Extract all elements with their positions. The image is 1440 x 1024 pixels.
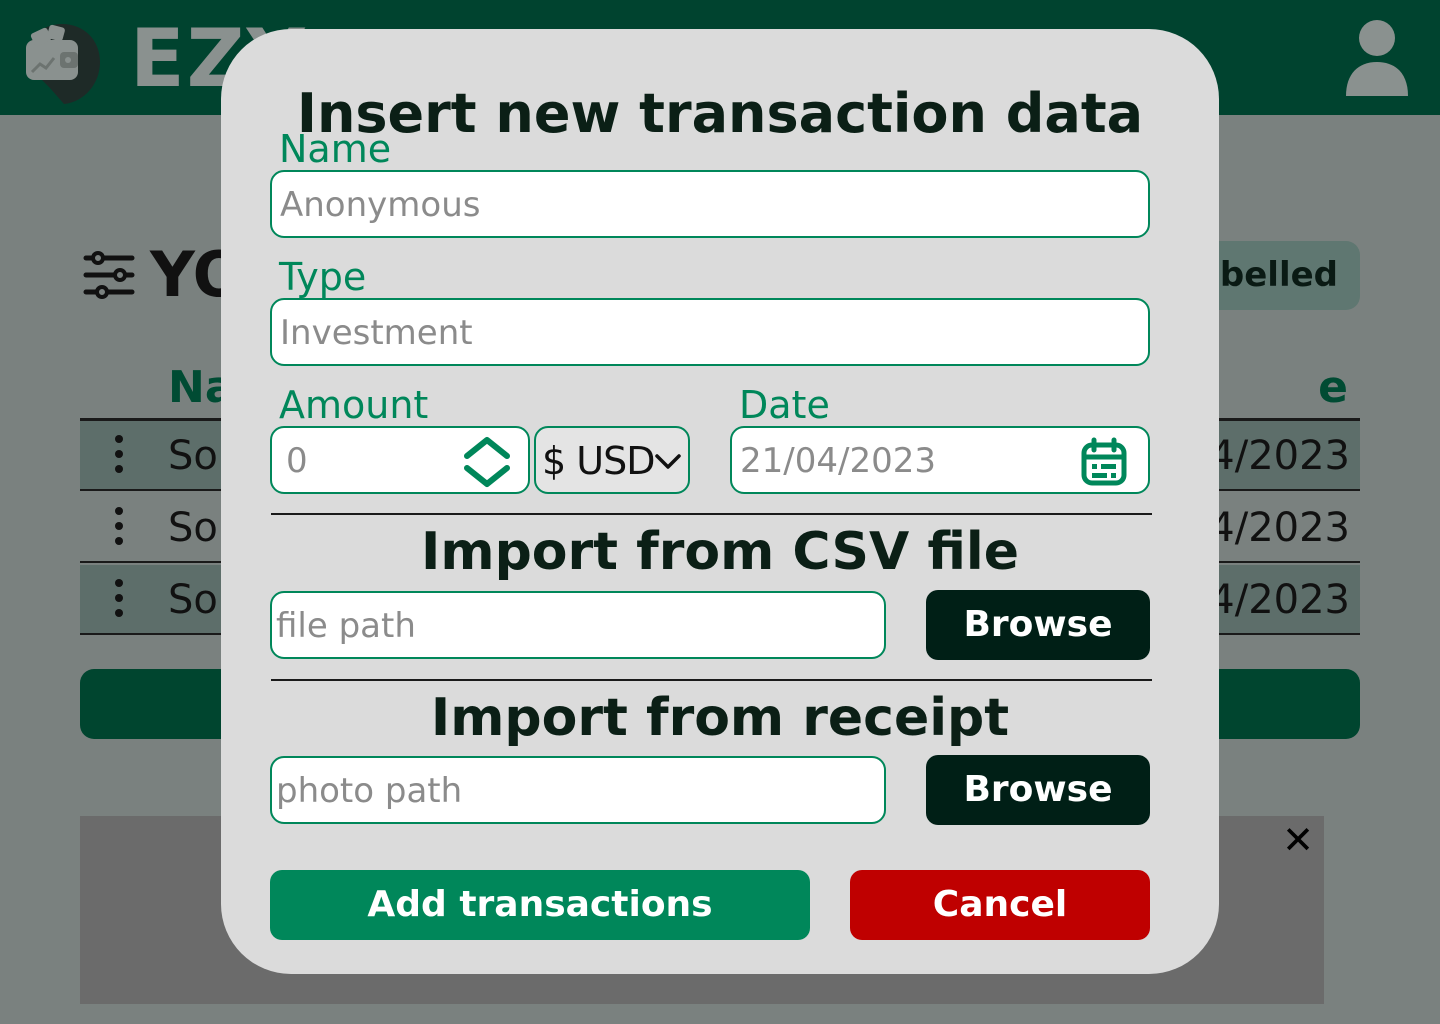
wallet-icon — [22, 18, 102, 106]
type-placeholder: Investment — [280, 313, 473, 353]
insert-transaction-modal: Insert new transaction data Name Anonymo… — [221, 29, 1219, 974]
receipt-browse-button[interactable]: Browse — [926, 755, 1150, 825]
amount-label: Amount — [279, 383, 429, 427]
currency-value: $ USD — [542, 439, 655, 483]
row-date: 4/2023 — [1209, 577, 1350, 623]
section-divider — [271, 679, 1152, 681]
csv-file-path-placeholder: file path — [276, 606, 416, 646]
receipt-photo-path-field[interactable]: photo path — [270, 756, 886, 824]
cancel-button[interactable]: Cancel — [850, 870, 1150, 940]
add-transactions-button[interactable]: Add transactions — [270, 870, 810, 940]
kebab-icon[interactable] — [112, 507, 126, 547]
csv-file-path-field[interactable]: file path — [270, 591, 886, 659]
csv-browse-button[interactable]: Browse — [926, 590, 1150, 660]
user-icon[interactable] — [1344, 18, 1410, 98]
name-label: Name — [279, 127, 392, 171]
csv-section-title: Import from CSV file — [421, 522, 1019, 582]
filter-icon[interactable] — [82, 250, 136, 300]
name-placeholder: Anonymous — [280, 185, 481, 225]
amount-placeholder: 0 — [286, 441, 308, 481]
section-divider — [271, 513, 1152, 515]
row-date: 4/2023 — [1209, 505, 1350, 551]
stepper-icon[interactable] — [462, 434, 512, 490]
name-field[interactable]: Anonymous — [270, 170, 1150, 238]
chevron-down-icon — [654, 448, 682, 476]
receipt-photo-path-placeholder: photo path — [276, 771, 463, 811]
date-label: Date — [739, 383, 830, 427]
currency-select[interactable]: $ USD — [534, 426, 690, 494]
type-label: Type — [279, 255, 367, 299]
kebab-icon[interactable] — [112, 579, 126, 619]
type-field[interactable]: Investment — [270, 298, 1150, 366]
date-placeholder: 21/04/2023 — [740, 441, 936, 481]
close-icon[interactable]: ✕ — [1280, 818, 1316, 862]
date-field[interactable]: 21/04/2023 — [730, 426, 1150, 494]
amount-field[interactable]: 0 — [270, 426, 530, 494]
kebab-icon[interactable] — [112, 435, 126, 475]
calendar-icon[interactable] — [1080, 437, 1128, 487]
receipt-section-title: Import from receipt — [430, 688, 1010, 748]
row-date: 4/2023 — [1209, 433, 1350, 479]
